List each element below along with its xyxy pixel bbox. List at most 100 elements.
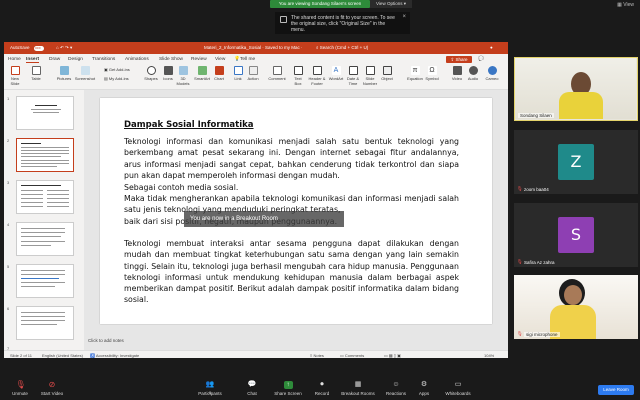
shapes-label: Shapes [144, 76, 158, 81]
icons-button[interactable]: Icons [162, 66, 174, 81]
muted-mic-icon: 🎙 [517, 186, 523, 191]
share-label: Share [455, 56, 468, 62]
screenshot-label: Screenshot [74, 76, 96, 81]
slide-paragraph-1: Teknologi informasi dan komunikasi menja… [124, 137, 459, 180]
new-slide-button[interactable]: New Slide [8, 66, 22, 86]
share-button[interactable]: ⇪ Share [446, 55, 472, 63]
text-box-button[interactable]: Text Box [292, 66, 304, 86]
chart-button[interactable]: Chart [213, 66, 225, 81]
menu-view[interactable]: View [215, 57, 225, 62]
slide-thumbnail[interactable] [16, 96, 74, 130]
menu-draw[interactable]: Draw [49, 57, 60, 62]
participant-tile-zoom-baa04[interactable]: Z zoom baa04 🎙 [514, 130, 638, 194]
record-label: Record [314, 391, 330, 396]
participants-button[interactable]: 👥6 Participants [190, 381, 230, 396]
link-button[interactable]: Link [232, 66, 244, 81]
participant-video-sigi[interactable]: sigi microphone 🎙 [514, 275, 638, 339]
document-title: Materi_2_Informatika_Sosial · Saved to m… [204, 45, 303, 50]
menu-home[interactable]: Home [8, 57, 21, 62]
participant-name: Safira Az zahra [524, 260, 555, 265]
record-button[interactable]: ⏺ Record [302, 381, 342, 396]
slide-thumbnail[interactable] [16, 306, 74, 340]
object-button[interactable]: Object [380, 66, 394, 81]
participant-video-sondang[interactable]: Sondang Silaen [514, 57, 638, 121]
thumbnail-number: 2 [7, 138, 10, 143]
audio-button[interactable]: Audio [466, 66, 480, 81]
participant-avatar: S [558, 217, 594, 253]
menu-animations[interactable]: Animations [125, 57, 149, 62]
zoom-level[interactable]: 104% [484, 353, 494, 358]
menu-review[interactable]: Review [191, 57, 207, 62]
slide-thumbnail-selected[interactable] [16, 138, 74, 172]
get-add-ins-button[interactable]: ▣ Get Add-ins [104, 67, 132, 72]
slide-thumbnail[interactable] [16, 264, 74, 298]
zoom-toolbar: 🎙 Unmute ⊘ Start Video 👥6 Participants 💬 Cha… [0, 378, 640, 400]
pictures-button[interactable]: Pictures [56, 66, 72, 81]
chat-button[interactable]: 💬 Chat [232, 381, 272, 396]
slide-line-contoh: Sebagai contoh media sosial. [124, 182, 239, 192]
participant-tile-safira[interactable]: S Safira Az zahra 🎙 [514, 203, 638, 267]
omega-icon: Ω [427, 66, 437, 75]
accessibility-status[interactable]: ♿ Accessibility: Investigate [90, 353, 139, 358]
notes-label: Notes [313, 352, 324, 358]
text-box-icon [293, 66, 303, 75]
view-button[interactable]: ▦ View [617, 2, 634, 8]
leave-room-button[interactable]: Leave Room [598, 385, 634, 395]
language-indicator[interactable]: English (United States) [42, 353, 83, 358]
comments-icon[interactable]: 💬 [478, 57, 484, 62]
shapes-button[interactable]: Shapes [144, 66, 158, 81]
equation-button[interactable]: π Equation [406, 66, 424, 81]
date-time-button[interactable]: Date & Time [345, 66, 361, 86]
notes-prompt[interactable]: Click to add notes [88, 338, 124, 343]
whiteboard-icon: ▭ [454, 381, 462, 388]
cameo-button[interactable]: Cameo [484, 66, 500, 81]
table-button[interactable]: Table [29, 66, 43, 81]
menu-transitions[interactable]: Transitions [92, 57, 115, 62]
notes-toggle[interactable]: ≡ Notes [310, 353, 324, 358]
chat-label: Chat [247, 391, 257, 396]
picture-icon [59, 66, 69, 75]
symbol-label: Symbol [425, 76, 439, 81]
comment-label: Comment [268, 76, 286, 81]
menu-insert[interactable]: Insert [26, 57, 40, 63]
autosave-state: OFF [35, 45, 41, 50]
slide-thumbnail[interactable] [16, 222, 74, 256]
icons-label: Icons [163, 76, 173, 81]
thumbnail-number: 4 [7, 222, 10, 227]
apps-icon: ⚙ [420, 381, 428, 388]
wordart-icon: A [331, 66, 341, 75]
comments-toggle[interactable]: ▭ Comments [340, 353, 364, 358]
breakout-rooms-button[interactable]: ▦ Breakout Rooms [338, 381, 378, 396]
symbol-button[interactable]: Ω Symbol [424, 66, 440, 81]
comment-button[interactable]: Comment [268, 66, 286, 81]
start-video-button[interactable]: ⊘ Start Video [32, 381, 72, 397]
action-label: Action [247, 76, 259, 81]
current-slide[interactable]: Dampak Sosial Informatika Teknologi info… [100, 98, 492, 324]
screenshot-button[interactable]: Screenshot [74, 66, 96, 81]
participant-face [564, 285, 582, 305]
slide-thumbnail[interactable] [16, 180, 74, 214]
close-icon[interactable]: × [402, 14, 406, 20]
accessibility-label: Accessibility: Investigate [95, 352, 140, 358]
smartart-button[interactable]: SmartArt [194, 66, 210, 81]
wordart-button[interactable]: A WordArt [328, 66, 344, 81]
search-box[interactable]: ⌕ Search (Cmd + Ctrl + U) [316, 45, 368, 50]
menu-slide-show[interactable]: Slide Show [159, 57, 183, 62]
menu-design[interactable]: Design [68, 57, 83, 62]
3d-models-button[interactable]: 3D Models [176, 66, 190, 86]
header-footer-button[interactable]: Header & Footer [307, 66, 327, 86]
user-icon[interactable]: ● [490, 45, 493, 50]
whiteboards-button[interactable]: ▭ Whiteboards [438, 381, 478, 396]
apps-label: Apps [418, 391, 430, 396]
whiteboards-label: Whiteboards [445, 391, 471, 396]
slide-number-button[interactable]: Slide Number [362, 66, 378, 86]
participants-label: Participants [198, 391, 222, 396]
view-options-button[interactable]: View Options ▾ [370, 0, 412, 8]
video-button[interactable]: Video [450, 66, 464, 81]
my-add-ins-button[interactable]: ▤ My Add-ins [104, 76, 132, 81]
action-button[interactable]: Action [246, 66, 260, 81]
muted-mic-icon: 🎙 [15, 380, 26, 389]
view-mode-icons[interactable]: ▭ ▦ ▯ ▣ [384, 353, 401, 358]
menu-tell-me[interactable]: 💡Tell me [234, 57, 255, 62]
object-label: Object [381, 76, 393, 81]
